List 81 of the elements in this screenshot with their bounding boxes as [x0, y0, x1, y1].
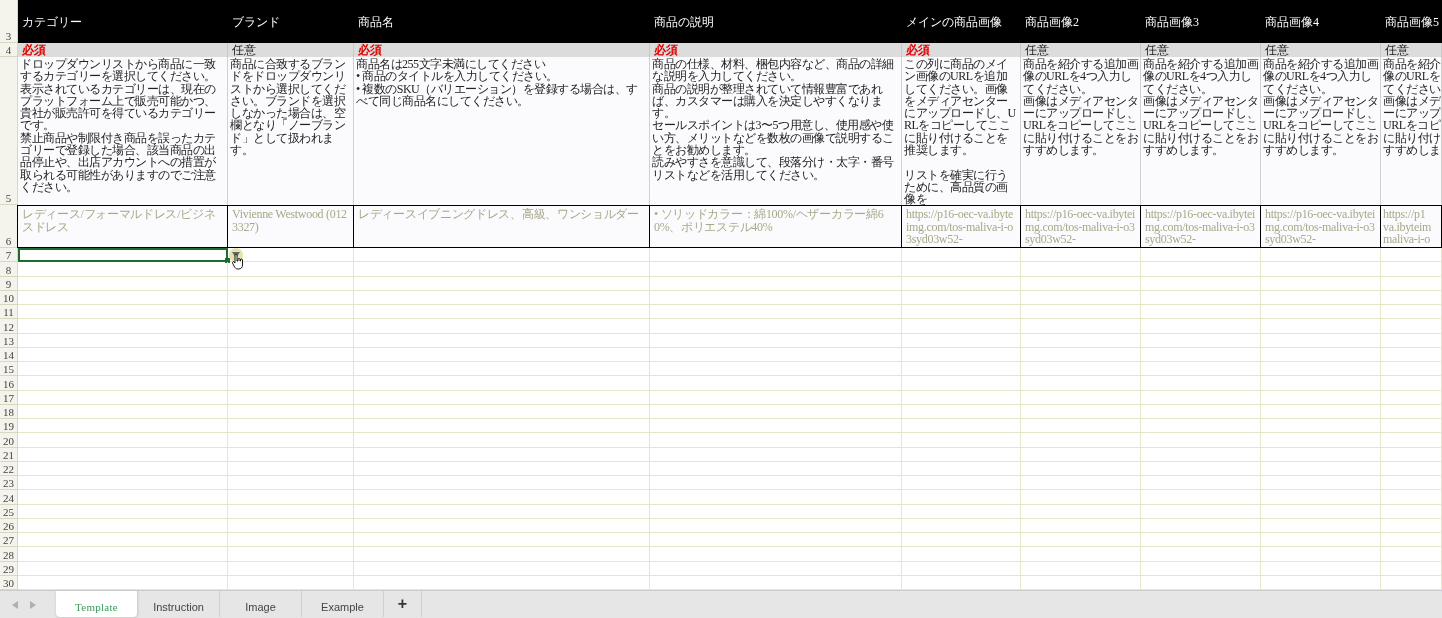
description-text: てください	[1383, 82, 1441, 95]
requirement-cell: 任意	[228, 43, 354, 57]
row-number: 15	[0, 362, 18, 377]
requirement-cell: 任意	[1261, 43, 1381, 57]
sample-text: • ソリッドカラー：綿100%/ヘザーカラー綿60%、ポリエステル40%	[654, 208, 885, 233]
sample-text: レディース/フォーマルドレス/ビジネスドレス	[22, 208, 217, 233]
sample-text: https://p16-oec-va.ibyteimg.com/tos-maliva-i-o3syd03w52-	[1145, 208, 1256, 246]
description-text: 商品を紹介	[1383, 58, 1441, 71]
description-text: 画像はメディアセンターにアップロードし、URLをコピーしてここに貼り付けることをおすすめします。	[1263, 94, 1378, 157]
requirement-cell: 任意	[1381, 43, 1442, 57]
description-text: 像のURLを	[1383, 70, 1440, 83]
row-number: 16	[0, 376, 18, 391]
row-number: 23	[0, 476, 18, 491]
column-header: 商品画像5	[1381, 0, 1442, 43]
column-header: メインの商品画像	[902, 0, 1021, 43]
description-text: 画像はメディアセンターにアップロードし、URLをコピーしてここに貼り付けることをおすすめします。	[1143, 94, 1258, 157]
previous-sheet-icon[interactable]	[12, 600, 18, 609]
description-text: 商品を紹介する追加画像のURLを4つ入力してください。	[1143, 58, 1258, 95]
description-text: 画像はメデ	[1383, 94, 1441, 108]
description-text: 禁止商品や制限付き商品を誤ったカテゴリーで登録した場合、該当商品の出品停止や、出店アカウントへの措置が取られる可能性がありますのでご注意ください。	[20, 131, 217, 194]
row-number: 28	[0, 547, 18, 562]
description-text: 商品に合致するブランドをドロップダウンリストから選択してください。ブランドを選択しなかった場合は、空欄となり「ノーブランド」として扱われます。	[230, 58, 347, 157]
row-number: 27	[0, 533, 18, 548]
description-text: に貼り付け	[1383, 131, 1441, 145]
description-text: すすめしま	[1383, 144, 1441, 157]
fill-handle-icon[interactable]	[225, 258, 230, 263]
description-text: 商品名は255文字未満にしてください	[356, 58, 547, 71]
hand-cursor-icon	[232, 254, 244, 270]
column-header: 商品画像4	[1261, 0, 1381, 43]
description-text: 商品を紹介する追加画像のURLを4つ入力してください。	[1023, 58, 1138, 95]
row-number: 20	[0, 433, 18, 448]
sample-text: va.ibyteim	[1383, 220, 1431, 233]
description-text: ドロップダウンリストから商品に一致するカテゴリーを選択してください。表示されているカテゴリーは、現在のプラットフォーム上で販売可能かつ、貴社が販売許可を得ているカテゴリーです。	[20, 58, 217, 132]
description-text: URLをコピ	[1383, 119, 1440, 132]
row-number: 4	[0, 43, 18, 57]
sheet-tab[interactable]: Example	[302, 591, 384, 617]
sample-text: https://p16-oec-va.ibyteimg.com/tos-maliva-i-o3syd03w52-	[1025, 208, 1136, 246]
row-number: 6	[0, 205, 18, 248]
sheet-tab[interactable]: Instruction	[138, 591, 220, 617]
description-text: • 商品のタイトルを入力してください。	[356, 70, 559, 83]
requirement-cell: 任意	[1021, 43, 1141, 57]
description-text: リストを確実に行うために、高品質の画像を	[904, 168, 1009, 205]
sample-text: https://p1	[1383, 208, 1426, 221]
description-text: セールスポイントは3〜5つ用意し、使用感や使い方、メリットなどを数枚の画像で説明することをお勧めします。	[652, 119, 895, 157]
description-text: ーにアップ	[1383, 107, 1441, 120]
requirement-cell: 必須	[902, 43, 1021, 57]
column-header: 商品画像3	[1141, 0, 1261, 43]
add-sheet-button[interactable]: +	[384, 591, 422, 617]
row-number: 19	[0, 419, 18, 434]
requirement-cell: 必須	[650, 43, 902, 57]
column-header: 商品画像2	[1021, 0, 1141, 43]
requirement-cell: 任意	[1141, 43, 1261, 57]
sheet-tab[interactable]: Image	[220, 591, 302, 617]
sample-text: https://p16-oec-va.ibyteimg.com/tos-maliva-i-o3syd03w52-	[1265, 208, 1376, 246]
row-number: 11	[0, 305, 18, 320]
description-text: 商品の仕様、材料、梱包内容など、商品の詳細な説明を入力してください。	[652, 58, 895, 83]
description-text: 商品を紹介する追加画像のURLを4つ入力してください。	[1263, 58, 1378, 95]
row-number: 5	[0, 57, 18, 205]
sample-text: maliva-i-o	[1383, 233, 1430, 246]
sample-text: レディースイブニングドレス、高級、ワンショルダー	[358, 208, 640, 221]
sheet-tab[interactable]: Template	[56, 591, 138, 617]
description-text: • 複数のSKU（バリエーション）を登録する場合は、すべて同じ商品名にしてください。	[356, 82, 639, 108]
row-number: 12	[0, 319, 18, 334]
table-cell[interactable]	[18, 248, 228, 263]
description-text: 商品の説明が整理されていて情報豊富であれば、カスタマーは購入を決定しやすくなります。	[652, 82, 883, 120]
row-number: 7	[0, 248, 18, 263]
requirement-cell: 必須	[354, 43, 650, 57]
column-header: 商品の説明	[650, 0, 902, 43]
sample-text: Vivienne Westwood (0123327)	[232, 208, 348, 233]
description-text: 読みやすさを意識して、段落分け・太字・番号リストなどを活用してください。	[652, 156, 895, 181]
requirement-cell: 必須	[18, 43, 228, 57]
next-sheet-icon[interactable]	[30, 600, 36, 609]
description-text: 画像はメディアセンターにアップロードし、URLをコピーしてここに貼り付けることをおすすめします。	[1023, 94, 1138, 157]
sample-text: https://p16-oec-va.ibyteimg.com/tos-maliva-i-o3syd03w52-	[906, 208, 1015, 246]
row-number: 3	[0, 0, 18, 43]
row-number: 24	[0, 490, 18, 505]
column-header: 商品名	[354, 0, 650, 43]
column-header: カテゴリー	[18, 0, 228, 43]
row-number: 8	[0, 262, 18, 277]
column-header: ブランド	[228, 0, 354, 43]
description-text: この列に商品のメイン画像のURLを追加してください。画像をメディアセンターにアップロードし、URLをコピーしてここに貼り付けることを推奨します。	[904, 58, 1017, 157]
